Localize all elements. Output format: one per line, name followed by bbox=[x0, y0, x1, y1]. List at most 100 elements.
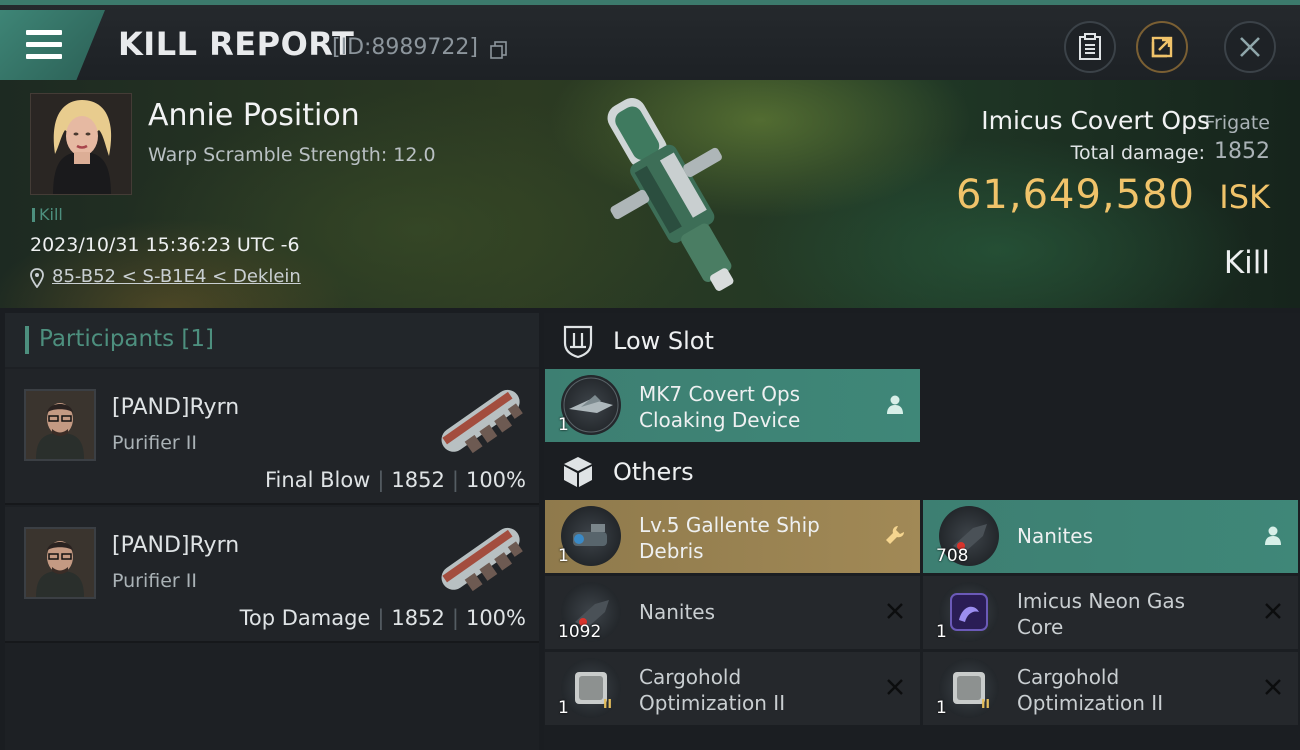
page-title: KILL REPORT bbox=[118, 25, 355, 63]
item-name: Cargohold Optimization II bbox=[639, 664, 869, 716]
clipboard-icon bbox=[1079, 33, 1101, 60]
svg-text:II: II bbox=[981, 697, 990, 711]
participant-stats: Final Blow | 1852 | 100% bbox=[265, 468, 526, 492]
x-icon bbox=[887, 603, 903, 619]
item-name: Lv.5 Gallente Ship Debris bbox=[639, 512, 869, 564]
low-slot-title: Low Slot bbox=[613, 327, 714, 355]
participant-damage: 1852 bbox=[391, 606, 445, 630]
svg-text:II: II bbox=[603, 697, 612, 711]
participants-header: Participants [1] bbox=[5, 313, 539, 367]
participants-title: Participants [1] bbox=[25, 326, 214, 354]
item-cloaking-device[interactable]: 1 MK7 Covert Ops Cloaking Device bbox=[545, 369, 920, 442]
participant-damage: 1852 bbox=[391, 468, 445, 492]
participant-avatar bbox=[24, 527, 96, 599]
stat-separator: | bbox=[377, 468, 385, 492]
isk-value: 61,649,580 bbox=[955, 172, 1195, 218]
item-name-line1: Nanites bbox=[639, 600, 716, 624]
item-neon-gas-core[interactable]: 1 Imicus Neon Gas Core bbox=[923, 576, 1298, 649]
victim-ship-image bbox=[607, 98, 734, 291]
participants-panel: Participants [1] [PAND]Ryrn Purifier II bbox=[5, 313, 539, 750]
item-ship-debris[interactable]: 1 Lv.5 Gallente Ship Debris bbox=[545, 500, 920, 573]
participant-row[interactable]: [PAND]Ryrn Purifier II Final Blow | 1852 | 1… bbox=[5, 369, 539, 505]
kill-datetime: 2023/10/31 15:36:23 UTC -6 bbox=[30, 234, 300, 256]
participant-ship: Purifier II bbox=[112, 570, 197, 592]
participant-percent: 100% bbox=[465, 606, 526, 630]
item-name: Cargohold Optimization II bbox=[1017, 664, 1247, 716]
stat-separator: | bbox=[451, 468, 459, 492]
cloak-icon bbox=[561, 375, 621, 435]
neon-core-icon bbox=[939, 582, 999, 642]
item-name: Nanites bbox=[1017, 523, 1247, 549]
item-nanites-dropped[interactable]: 708 Nanites bbox=[923, 500, 1298, 573]
participant-name: [PAND]Ryrn bbox=[112, 533, 240, 558]
wrench-icon bbox=[886, 526, 904, 544]
share-button[interactable] bbox=[1136, 21, 1188, 73]
participant-role: Top Damage bbox=[239, 606, 371, 630]
low-slot-icon bbox=[563, 325, 593, 359]
item-quantity: 1092 bbox=[558, 622, 602, 642]
item-quantity: 1 bbox=[936, 622, 947, 642]
victim-name: Annie Position bbox=[148, 98, 360, 133]
person-icon bbox=[1265, 526, 1281, 545]
item-name: Imicus Neon Gas Core bbox=[1017, 588, 1247, 640]
item-cargohold-optimization[interactable]: II 1 Cargohold Optimization II bbox=[923, 652, 1298, 725]
item-quantity: 708 bbox=[936, 546, 969, 566]
share-icon bbox=[1151, 36, 1173, 58]
stat-separator: | bbox=[377, 606, 385, 630]
participant-ship: Purifier II bbox=[112, 432, 197, 454]
participant-stats: Top Damage | 1852 | 100% bbox=[240, 606, 526, 630]
kill-tag: Kill bbox=[32, 205, 63, 224]
participant-avatar bbox=[24, 389, 96, 461]
x-icon bbox=[887, 679, 903, 695]
item-name: MK7 Covert Ops Cloaking Device bbox=[639, 381, 869, 433]
report-id: [ID:8989722] bbox=[332, 35, 478, 60]
item-cargohold-optimization[interactable]: II 1 Cargohold Optimization II bbox=[545, 652, 920, 725]
participant-portrait-image bbox=[26, 529, 94, 597]
item-name-line1: Cargohold bbox=[1017, 665, 1120, 689]
clipboard-button[interactable] bbox=[1064, 21, 1116, 73]
location-link[interactable]: 85-B52 < S-B1E4 < Deklein bbox=[52, 266, 301, 287]
cargohold-icon: II bbox=[561, 658, 621, 718]
copy-icon[interactable] bbox=[490, 41, 508, 59]
item-name-line1: Cargohold bbox=[639, 665, 742, 689]
cargohold-icon: II bbox=[939, 658, 999, 718]
debris-icon bbox=[561, 506, 621, 566]
victim-banner: Annie Position Warp Scramble Strength: 1… bbox=[0, 80, 1300, 308]
item-nanites-destroyed[interactable]: 1092 Nanites bbox=[545, 576, 920, 649]
total-damage-value: 1852 bbox=[1214, 139, 1270, 164]
x-icon bbox=[1265, 603, 1281, 619]
menu-button[interactable] bbox=[0, 10, 105, 82]
ship-class: Frigate bbox=[1204, 112, 1270, 134]
item-name: Nanites bbox=[639, 599, 869, 625]
item-name-line1: Imicus Neon Gas bbox=[1017, 589, 1186, 613]
low-slot-header: Low Slot bbox=[544, 315, 1300, 367]
participant-portrait-image bbox=[26, 391, 94, 459]
warp-scramble-strength: Warp Scramble Strength: 12.0 bbox=[148, 144, 436, 166]
item-name-line1: Lv.5 Gallente Ship bbox=[639, 513, 820, 537]
item-name-line1: MK7 Covert Ops bbox=[639, 382, 801, 406]
person-icon bbox=[887, 395, 903, 414]
participant-ship-image bbox=[441, 527, 523, 592]
victim-portrait[interactable] bbox=[30, 93, 132, 195]
stat-separator: | bbox=[451, 606, 459, 630]
item-name-line2: Cloaking Device bbox=[639, 408, 801, 432]
top-bar: KILL REPORT [ID:8989722] bbox=[0, 0, 1300, 82]
close-button[interactable] bbox=[1224, 21, 1276, 73]
item-quantity: 1 bbox=[558, 698, 569, 718]
participant-role: Final Blow bbox=[265, 468, 371, 492]
fitting-items-panel: Low Slot 1 MK7 Covert Ops Cloaking Devic… bbox=[544, 313, 1300, 750]
participant-row[interactable]: [PAND]Ryrn Purifier II Top Damage | 1852 | 1… bbox=[5, 507, 539, 643]
total-damage-label: Total damage: bbox=[1070, 142, 1205, 164]
others-title: Others bbox=[613, 458, 694, 486]
box-icon bbox=[564, 457, 592, 487]
item-name-line2: Core bbox=[1017, 615, 1064, 639]
item-name-line2: Optimization II bbox=[639, 691, 786, 715]
participant-name: [PAND]Ryrn bbox=[112, 395, 240, 420]
item-quantity: 1 bbox=[558, 546, 569, 566]
others-header: Others bbox=[544, 446, 1300, 498]
isk-unit: ISK bbox=[1219, 178, 1270, 216]
item-quantity: 1 bbox=[936, 698, 947, 718]
ship-name: Imicus Covert Ops bbox=[981, 106, 1210, 135]
participant-ship-image bbox=[441, 389, 523, 454]
victim-avatar-image bbox=[31, 94, 131, 194]
